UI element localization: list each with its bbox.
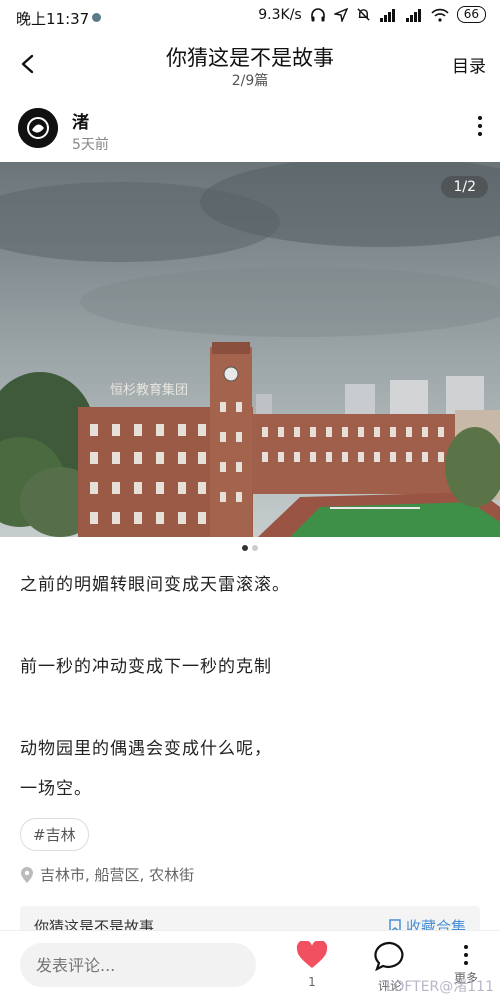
avatar[interactable] (18, 108, 58, 148)
paragraph-3: 动物园里的偶遇会变成什么呢， (20, 739, 272, 759)
topic-tag[interactable]: #吉林 (20, 818, 89, 851)
toc-button[interactable]: 目录 (452, 52, 486, 77)
photo-page-indicator: 1/2 (441, 176, 488, 198)
comment-input[interactable] (20, 943, 256, 987)
post-photo[interactable]: 恒杉教育集团 1/2 (0, 162, 500, 537)
article-header: 你猜这是不是故事 2/9篇 目录 (0, 36, 500, 96)
location-arrow-icon (333, 7, 348, 22)
signal-icon (379, 8, 395, 22)
school-building-image: 恒杉教育集团 (0, 162, 500, 537)
article-index: 2/9篇 (231, 73, 269, 89)
paragraph-1: 之前的明媚转眼间变成天雷滚滚。 (20, 575, 290, 595)
location-pin-icon (21, 866, 33, 883)
paragraph-2: 前一秒的冲动变成下一秒的克制 (20, 657, 272, 677)
watermark: LOFTER@渚111 (386, 979, 494, 995)
status-icons: 9.3K/s 66 (258, 6, 486, 23)
status-time: 晚上11:37 (16, 10, 90, 28)
battery-indicator: 66 (456, 6, 486, 23)
page-title: 你猜这是不是故事 (166, 46, 334, 70)
avatar-image (18, 108, 58, 148)
like-count: 1 (308, 975, 316, 989)
like-button[interactable]: 1 (292, 939, 332, 999)
headphone-icon (310, 7, 325, 21)
signal-hd-icon (405, 8, 421, 22)
carousel-dot (252, 545, 258, 551)
carousel-dots (0, 545, 500, 551)
net-speed: 9.3K/s (258, 6, 302, 23)
paragraph-4: 一场空。 (20, 779, 92, 799)
status-bar: 晚上11:37 9.3K/s 66 (0, 0, 500, 36)
heart-icon (296, 939, 328, 968)
location-text: 吉林市, 船营区, 农林街 (40, 866, 195, 884)
mute-bell-icon (357, 8, 370, 21)
more-options-button[interactable] (474, 116, 486, 144)
more-vertical-icon (474, 116, 486, 136)
location-row[interactable]: 吉林市, 船营区, 农林街 (20, 864, 194, 885)
post-time: 5天前 (72, 137, 109, 153)
author-name[interactable]: 渚 (72, 108, 89, 133)
wifi-icon (431, 8, 449, 22)
building-sign-text: 恒杉教育集团 (110, 382, 188, 398)
app-notification-icon (92, 13, 101, 22)
comment-bubble-icon (374, 941, 404, 972)
more-vertical-icon (464, 945, 468, 965)
author-row: 渚 5天前 (0, 98, 500, 160)
carousel-dot-active (242, 545, 248, 551)
